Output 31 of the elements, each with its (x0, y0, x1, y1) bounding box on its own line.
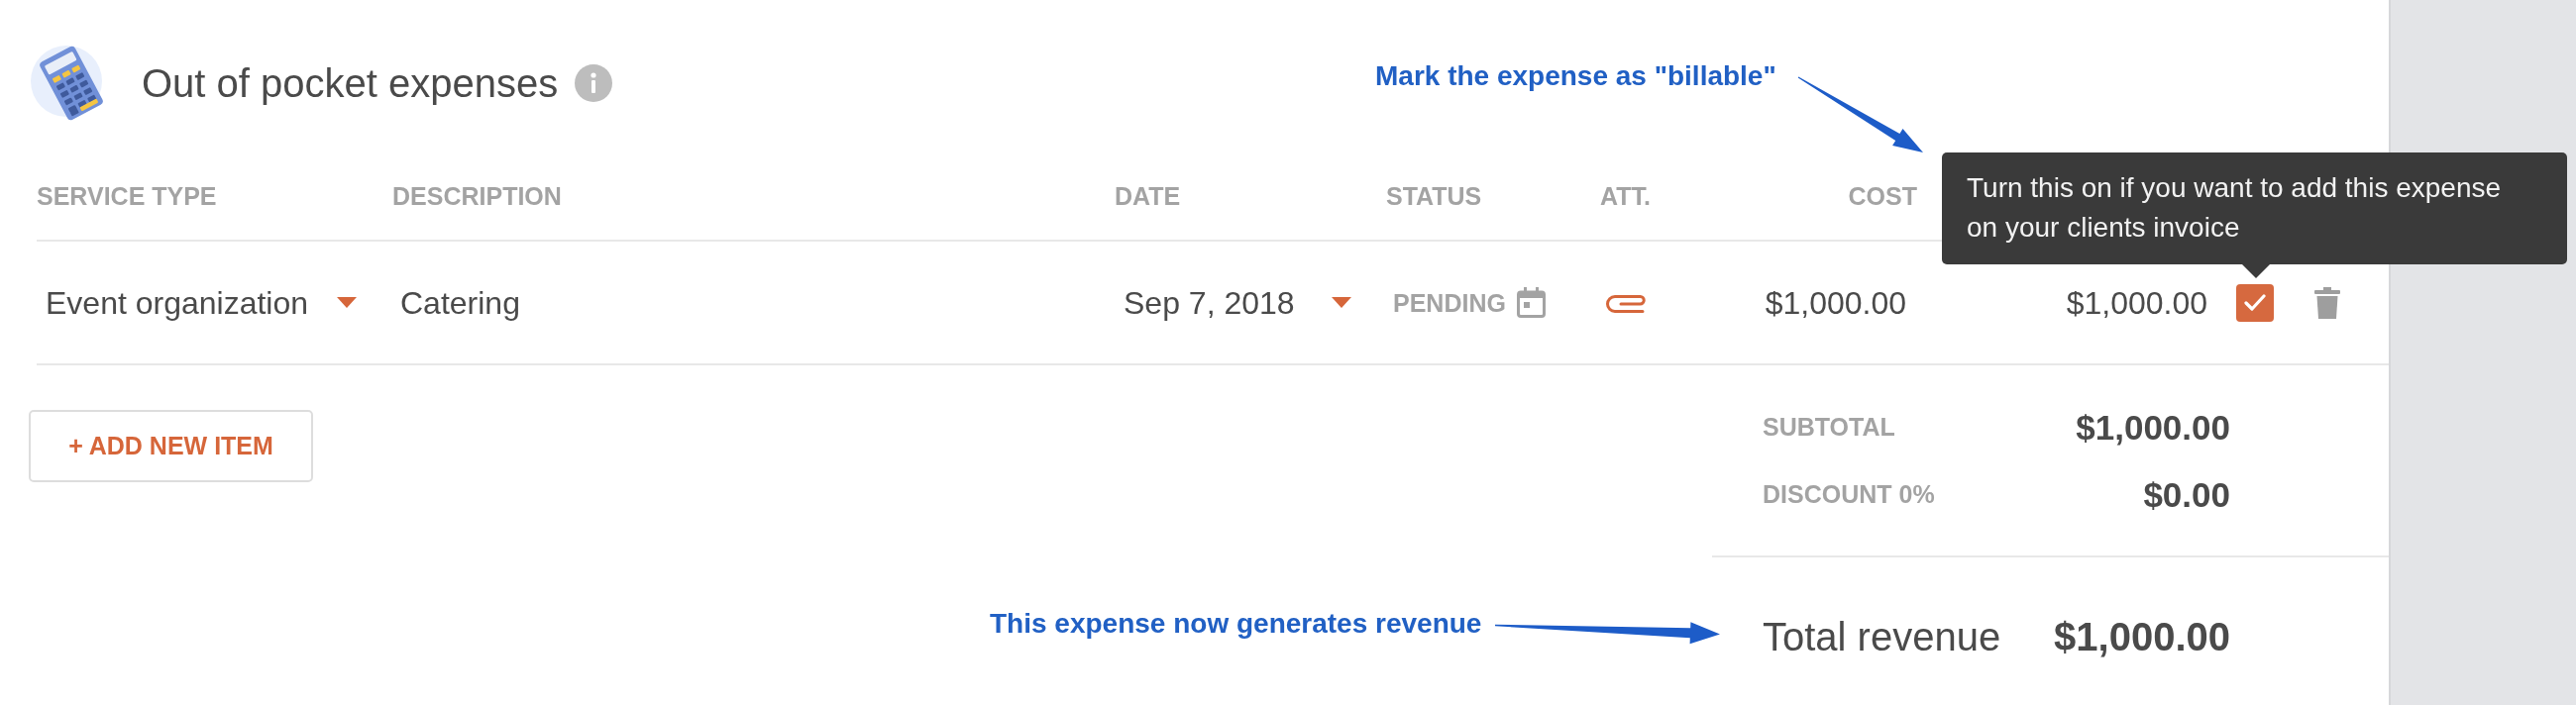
table-cell-text: Catering (400, 283, 520, 323)
calculator-icon (31, 46, 106, 121)
summary-value: $1,000.00 (2076, 406, 2230, 449)
add-item-button[interactable]: + ADD NEW ITEM (29, 410, 313, 482)
column-header: DATE (1115, 181, 1181, 211)
column-header: ATT. (1600, 181, 1651, 211)
tooltip-text: Turn this on if you want to add this expense on your clients invoice (1967, 171, 2503, 245)
table-cell-text: $1,000.00 (2066, 283, 2207, 323)
checkbox[interactable] (2236, 283, 2274, 322)
column-header: COST (1848, 181, 1917, 211)
checkmark-icon (2244, 294, 2266, 311)
column-header: SERVICE TYPE (37, 181, 217, 211)
trash-icon[interactable] (2314, 286, 2340, 319)
status-text: PENDING (1393, 287, 1506, 318)
date-dropdown[interactable]: Sep 7, 2018 (1124, 282, 1351, 323)
annotation-text: This expense now generates revenue (990, 607, 1482, 641)
caret-icon (1332, 297, 1351, 308)
table-cell-text: $1,000.00 (1765, 283, 1906, 323)
summary-label: SUBTOTAL (1763, 412, 1895, 444)
annotation-text: Mark the expense as "billable" (1375, 59, 1776, 93)
summary-value: $0.00 (2143, 473, 2230, 516)
calendar-icon (1516, 287, 1546, 318)
summary-label: DISCOUNT 0% (1763, 479, 1935, 511)
column-header: DESCRIPTION (392, 181, 562, 211)
section-title: Out of pocket expenses (142, 60, 559, 107)
column-header: STATUS (1386, 181, 1482, 211)
total-label: Total revenue (1763, 614, 2001, 660)
total-value: $1,000.00 (2054, 614, 2230, 660)
service-type-dropdown[interactable]: Event organization (46, 282, 357, 323)
info-icon[interactable] (575, 64, 613, 102)
caret-icon (337, 297, 357, 308)
